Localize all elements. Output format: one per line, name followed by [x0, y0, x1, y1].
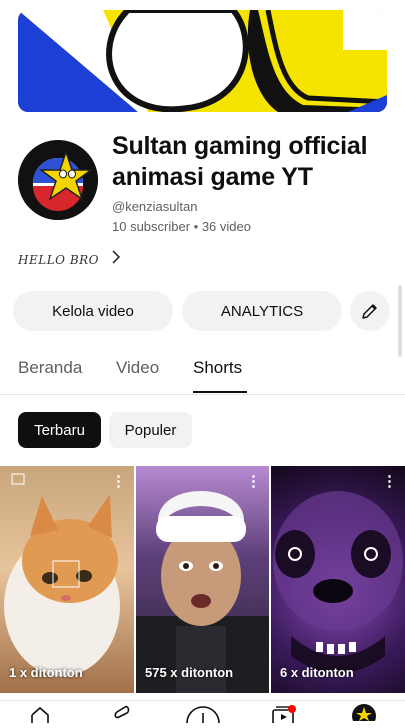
short-view-count: 1 x ditonton [9, 665, 83, 680]
tab-beranda[interactable]: Beranda [18, 358, 82, 378]
more-options-icon[interactable]: ⋮ [111, 474, 126, 489]
channel-banner[interactable] [18, 10, 387, 112]
channel-about-link[interactable]: HELLO BRO [18, 250, 121, 269]
short-thumbnail[interactable]: ⋮ 6 x ditonton [271, 466, 405, 693]
monster-thumbnail-image [273, 491, 403, 674]
active-tab-indicator [193, 391, 247, 393]
filter-chip-populer[interactable]: Populer [109, 412, 192, 448]
shorts-icon[interactable] [111, 705, 133, 728]
pencil-icon [362, 304, 377, 319]
channel-about-text: HELLO BRO [18, 252, 100, 267]
tab-shorts[interactable]: Shorts [193, 358, 242, 378]
chevron-right-icon [111, 250, 121, 269]
more-options-icon[interactable]: ⋮ [382, 474, 397, 489]
short-view-count: 575 x ditonton [145, 665, 234, 680]
channel-stats: 10 subscriber • 36 video [112, 219, 251, 234]
channel-title: Sultan gaming official animasi game YT [112, 132, 368, 191]
more-options-icon[interactable]: ⋮ [246, 474, 261, 489]
short-thumbnail[interactable]: ⋮ 1 x ditonton [0, 466, 134, 693]
subscriptions-icon[interactable] [271, 705, 297, 728]
cat-thumbnail-image [4, 473, 120, 676]
edit-channel-button[interactable] [350, 291, 390, 331]
channel-avatar[interactable] [18, 140, 98, 220]
face-thumbnail-image [136, 491, 269, 693]
channel-handle: @kenziasultan [112, 199, 198, 214]
filter-chip-terbaru[interactable]: Terbaru [18, 412, 101, 448]
short-view-count: 6 x ditonton [280, 665, 354, 680]
star-ball-avatar-icon [18, 140, 98, 220]
banner-artwork [18, 10, 387, 112]
short-thumbnail[interactable]: ⋮ 575 x ditonton [136, 466, 269, 693]
bottom-navigation [0, 700, 405, 728]
channel-tabs: Beranda Video Shorts [0, 352, 405, 395]
home-icon[interactable] [29, 705, 51, 728]
analytics-button[interactable]: ANALYTICS [182, 291, 342, 331]
manage-videos-button[interactable]: Kelola video [13, 291, 173, 331]
horizontal-scroll-indicator [398, 285, 402, 357]
create-icon[interactable] [185, 705, 221, 728]
you-avatar[interactable] [351, 703, 377, 728]
tab-video[interactable]: Video [116, 358, 159, 378]
